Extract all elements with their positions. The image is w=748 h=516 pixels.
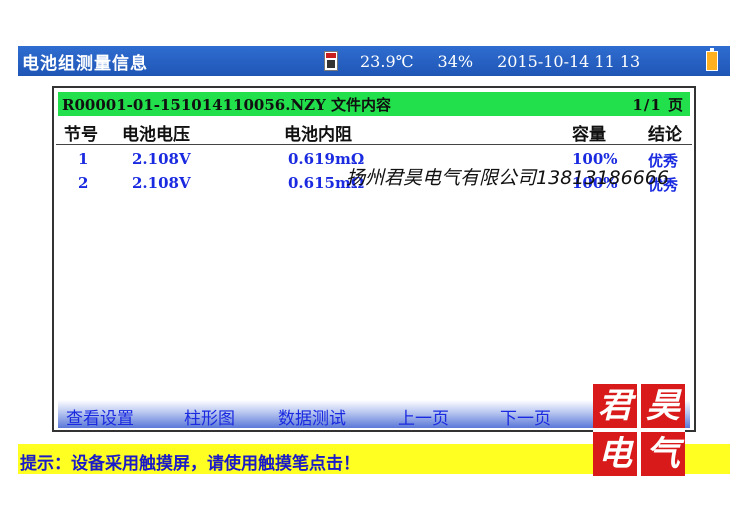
- view-settings-button[interactable]: 查看设置: [66, 404, 134, 429]
- company-seal: 君 昊 电 气: [593, 384, 685, 476]
- column-header-capacity: 容量: [572, 125, 606, 145]
- datetime-readout: 2015-10-14 11 13: [497, 51, 641, 71]
- cell-no: 1: [78, 150, 89, 168]
- title-bar: 电池组测量信息 23.9℃ 34% 2015-10-14 11 13: [18, 46, 730, 76]
- seal-char: 气: [641, 432, 685, 476]
- column-header-resistance: 电池内阻: [284, 125, 352, 145]
- battery-icon: [706, 48, 718, 71]
- next-page-button[interactable]: 下一页: [500, 404, 551, 429]
- sd-card-icon: [324, 51, 338, 71]
- column-header-voltage: 电池电压: [122, 125, 190, 145]
- file-name-bar: R00001-01-151014110056.NZY 文件内容 1/1 页: [58, 92, 690, 116]
- data-test-button[interactable]: 数据测试: [278, 404, 346, 429]
- watermark-text: 扬州君昊电气有限公司13813186666: [346, 167, 669, 189]
- bar-chart-button[interactable]: 柱形图: [184, 404, 235, 429]
- column-header-conclusion: 结论: [648, 125, 682, 145]
- seal-char: 电: [593, 432, 637, 476]
- humidity-readout: 34%: [437, 51, 474, 71]
- status-area: 23.9℃ 34% 2015-10-14 11 13: [324, 46, 640, 76]
- screen-title: 电池组测量信息: [22, 53, 148, 74]
- hint-text: 提示：设备采用触摸屏，请使用触摸笔点击！: [20, 454, 360, 474]
- temperature-readout: 23.9℃: [360, 51, 414, 71]
- cell-voltage: 2.108V: [132, 174, 191, 192]
- header-divider: [56, 144, 692, 145]
- file-name: R00001-01-151014110056.NZY 文件内容: [62, 96, 392, 114]
- prev-page-button[interactable]: 上一页: [398, 404, 449, 429]
- page-indicator: 1/1 页: [632, 96, 684, 114]
- column-header-cell-no: 节号: [64, 125, 98, 145]
- cell-voltage: 2.108V: [132, 150, 191, 168]
- seal-char: 昊: [641, 384, 685, 428]
- table-header: 节号 电池电压 电池内阻 容量 结论: [62, 120, 692, 145]
- cell-no: 2: [78, 174, 89, 192]
- seal-char: 君: [593, 384, 637, 428]
- file-content-panel: R00001-01-151014110056.NZY 文件内容 1/1 页 节号…: [52, 86, 696, 432]
